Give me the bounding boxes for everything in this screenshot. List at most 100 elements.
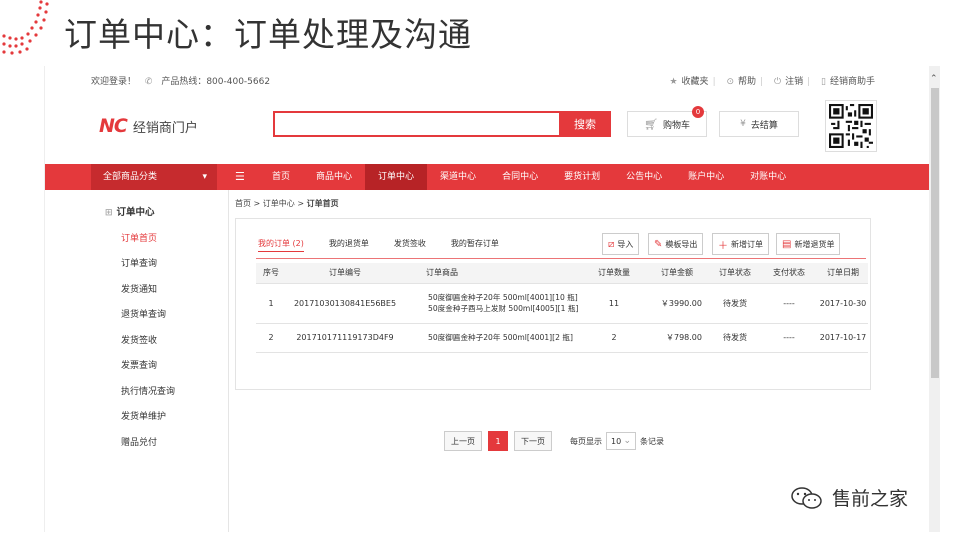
table-row[interactable]: 2 201710171119173D4F9 50度御匾金种子20年 500ml[… [256,323,868,353]
cart-button[interactable]: 🛒︎ 购物车 0 [627,106,707,137]
sidebar-item-shipping-notice[interactable]: 发货通知 [121,282,157,295]
all-categories-label: 全部商品分类 [103,172,158,182]
help-icon: ⊙ [726,77,735,87]
page-size-label: 每页显示 [570,436,602,446]
import-button[interactable]: ⧄ 导入 [602,233,640,255]
sidebar-item-delivery-receipt[interactable]: 发货签收 [121,333,157,346]
portal-logo[interactable]: NC 经销商门户 [99,115,198,137]
cart-label: 购物车 [662,120,690,131]
nav-item-home[interactable]: 首页 [259,164,303,190]
slide: 订单中心：订单处理及沟通 欢迎登录！ ✆ 产品热线：800-400-5662 ★… [0,0,960,540]
breadcrumb-current: 订单首页 [306,199,339,208]
page-size-select[interactable]: 10 ⌄ [606,432,636,450]
add-return-button[interactable]: ▤ 新增退货单 [776,233,841,255]
nav-item-channels[interactable]: 渠道中心 [427,164,489,190]
search-button[interactable]: 搜索 [559,111,611,137]
vertical-scrollbar[interactable]: ⌃ [929,66,940,532]
caret-down-icon: ▾ [202,172,207,182]
col-no: 序号 [256,263,286,284]
row-pay-status: ---- [760,323,818,353]
tab-my-orders[interactable]: 我的订单 (2) [258,238,304,252]
pagination: 上一页 1 下一页 每页显示 10 ⌄ 条记录 [444,431,664,451]
plus-icon: ＋ [718,240,728,252]
all-categories-dropdown[interactable]: 全部商品分类 ▾ [91,164,217,190]
star-icon: ★ [669,77,678,87]
document-icon: ▤ [782,238,792,250]
orders-panel: 我的订单 (2) 我的退货单 发货签收 我的暂存订单 ⧄ 导入 ✎ 模板导出 ＋新增… [235,218,871,451]
row-goods-line: 50度御匾金种子20年 500ml[4001][10 瓶] [428,293,578,302]
table-row[interactable]: 1 20171030130841E56BE5 50度御匾金种子20年 500ml… [256,283,868,324]
portal-screenshot: 欢迎登录！ ✆ 产品热线：800-400-5662 ★ 收藏夹 | ⊙ 帮助 | ⏻ 注销… [44,66,940,532]
search-input[interactable] [273,111,559,137]
help-link[interactable]: 帮助 [738,77,756,87]
checkout-button[interactable]: ¥ 去结算 [719,111,799,137]
template-export-label: 模板导出 [665,239,698,249]
chevron-down-icon: ⌄ [623,436,631,446]
page-size-value: 10 [611,436,622,446]
nav-item-demand-plan[interactable]: 要货计划 [551,164,613,190]
breadcrumb-path[interactable]: 首页 > 订单中心 > [235,199,307,208]
hotline-text: 产品热线：800-400-5662 [161,77,271,87]
import-icon: ⧄ [608,238,615,250]
cart-count-badge: 0 [692,106,704,118]
row-order-code[interactable]: 201710171119173D4F9 [286,323,404,353]
add-order-button[interactable]: ＋新增订单 [712,233,769,255]
slide-title: 订单中心：订单处理及沟通 [64,15,472,54]
favorites-link[interactable]: 收藏夹 [682,77,709,87]
sidebar-item-return-query[interactable]: 退货单查询 [121,307,166,320]
wechat-icon [791,486,822,509]
orders-table: 序号 订单编号 订单商品 订单数量 订单金额 订单状态 支付状态 订单日期 1 … [256,263,868,353]
row-order-status: 待发货 [710,323,760,353]
nav-item-announcements[interactable]: 公告中心 [613,164,675,190]
nav-item-account[interactable]: 账户中心 [675,164,737,190]
logout-link[interactable]: 注销 [785,77,803,87]
col-quantity: 订单数量 [584,263,644,284]
sidebar-item-execution-query[interactable]: 执行情况查询 [121,384,175,397]
sidebar-item-gift-redemption[interactable]: 赠品兑付 [121,435,157,448]
sidebar-item-order-query[interactable]: 订单查询 [121,256,157,269]
col-order-code: 订单编号 [286,263,404,284]
row-goods-line: 50度御匾金种子20年 500ml[4001][2 瓶] [428,333,573,342]
row-no: 1 [256,283,286,324]
row-order-code[interactable]: 20171030130841E56BE5 [286,283,404,324]
tab-saved-orders[interactable]: 我的暂存订单 [451,238,499,252]
col-pay-status: 支付状态 [760,263,818,284]
qr-code-image [825,100,877,152]
portal-name: 经销商门户 [132,120,198,136]
sidebar-item-delivery-maintenance[interactable]: 发货单维护 [121,409,166,422]
row-order-date: 2017-10-30 [818,283,868,324]
yen-icon: ¥ [740,119,746,129]
prev-page-button[interactable]: 上一页 [444,431,482,451]
nav-item-products[interactable]: 商品中心 [303,164,365,190]
red-dots-decoration [2,0,49,55]
tab-my-returns[interactable]: 我的退货单 [329,238,369,252]
cart-icon: 🛒︎ [644,117,658,131]
sidebar-item-order-home[interactable]: 订单首页 [121,231,157,244]
row-amount: ￥3990.00 [644,283,710,324]
tab-delivery-receipt[interactable]: 发货签收 [394,238,426,252]
checkout-label: 去结算 [750,120,778,131]
menu-list-icon[interactable]: ☰ [235,164,245,190]
sidebar: ⊞ 订单中心 订单首页 订单查询 发货通知 退货单查询 发货签收 发票查询 执行情… [91,190,229,532]
row-no: 2 [256,323,286,353]
scroll-thumb[interactable] [931,88,939,378]
order-tabs: 我的订单 (2) 我的退货单 发货签收 我的暂存订单 [258,238,524,252]
nav-item-orders[interactable]: 订单中心 [365,164,428,190]
nav-item-reconciliation[interactable]: 对账中心 [737,164,799,190]
template-export-button[interactable]: ✎ 模板导出 [648,233,704,255]
top-bar: 欢迎登录！ ✆ 产品热线：800-400-5662 ★ 收藏夹 | ⊙ 帮助 | ⏻ 注销… [91,77,875,87]
col-order-date: 订单日期 [818,263,868,284]
current-page-button[interactable]: 1 [488,431,508,451]
nc-logo-mark: NC [99,115,128,137]
scroll-up-icon[interactable]: ⌃ [930,74,938,84]
breadcrumb: 首页 > 订单中心 > 订单首页 [235,198,339,209]
sidebar-item-invoice-query[interactable]: 发票查询 [121,358,157,371]
grid-icon: ⊞ [105,208,113,218]
import-label: 导入 [617,239,634,249]
next-page-button[interactable]: 下一页 [514,431,552,451]
add-order-label: 新增订单 [731,239,763,249]
row-goods: 50度御匾金种子20年 500ml[4001][10 瓶] 50度金种子酉马上发… [404,283,584,324]
watermark-text: 售前之家 [832,488,909,510]
dealer-assistant-link[interactable]: 经销商助手 [830,77,875,87]
nav-item-contracts[interactable]: 合同中心 [489,164,551,190]
